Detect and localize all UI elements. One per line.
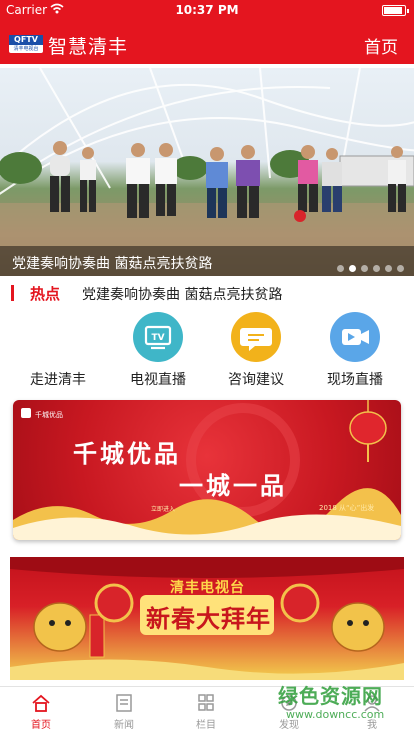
watermark: 绿色资源网 www.downcc.com xyxy=(278,680,408,730)
promo-subtitle: 一城一品 xyxy=(179,472,287,500)
hot-headline[interactable]: 党建奏响协奏曲 菌菇点亮扶贫路 xyxy=(82,284,282,304)
tab-columns-label: 栏目 xyxy=(196,720,216,731)
promo-station: 清丰电视台 xyxy=(170,580,245,596)
quick-nav-about-label: 走进清丰 xyxy=(30,372,86,388)
promo-brand: 千城优品 xyxy=(35,411,63,419)
banner-caption: 党建奏响协奏曲 菌菇点亮扶贫路 xyxy=(12,256,213,272)
tab-home[interactable]: 首页 xyxy=(0,687,82,736)
hot-accent-bar xyxy=(11,285,14,301)
quick-nav-onsite-live[interactable]: 现场直播 xyxy=(310,310,400,390)
quick-nav: 走进清丰 TV 电视直播 咨询建议 现场直播 xyxy=(0,310,414,390)
banner-photo xyxy=(0,68,414,276)
promo-title: 千城优品 xyxy=(73,440,181,468)
hot-news-ticker[interactable]: 热点 党建奏响协奏曲 菌菇点亮扶贫路 xyxy=(0,278,414,308)
home-icon xyxy=(32,694,50,712)
tab-news-label: 新闻 xyxy=(114,720,134,731)
channel-logo: QFTV 清丰电视台 xyxy=(9,35,43,53)
promo-date: 2018 从“心”出发 xyxy=(319,504,375,512)
lantern-icon xyxy=(349,400,387,462)
carousel-dot[interactable] xyxy=(385,265,392,272)
video-camera-icon xyxy=(330,312,380,362)
quick-nav-consult-label: 咨询建议 xyxy=(228,372,284,388)
grid-icon xyxy=(198,694,214,711)
tv-icon: TV xyxy=(133,312,183,362)
quick-nav-consult[interactable]: 咨询建议 xyxy=(211,310,301,390)
tab-columns[interactable]: 栏目 xyxy=(165,687,247,736)
battery-fill xyxy=(384,7,402,14)
home-button[interactable]: 首页 xyxy=(364,33,398,58)
carousel-dot[interactable] xyxy=(361,265,368,272)
status-bar: Carrier 10:37 PM xyxy=(0,0,414,20)
battery-icon xyxy=(382,5,409,16)
promo-card-qiancheng[interactable]: 千城优品 千城优品 一城一品 立即进入 2018 从“心”出发 xyxy=(13,400,401,540)
top-bar: Carrier 10:37 PM QFTV 清丰电视台 智慧清丰 首页 xyxy=(0,0,414,64)
logo-bottom-text: 清丰电视台 xyxy=(13,46,39,52)
promo-new-year-title: 新春大拜年 xyxy=(146,605,271,633)
quick-nav-onsite-live-label: 现场直播 xyxy=(327,372,383,388)
hot-label: 热点 xyxy=(30,285,61,303)
carousel-dots[interactable] xyxy=(332,257,404,276)
watermark-url: www.downcc.com xyxy=(286,708,385,721)
building-icon xyxy=(33,312,83,362)
app-title: 智慧清丰 xyxy=(48,36,129,58)
watermark-title: 绿色资源网 xyxy=(278,684,383,708)
chat-icon xyxy=(231,312,281,362)
banner-carousel[interactable]: 党建奏响协奏曲 菌菇点亮扶贫路 xyxy=(0,68,414,276)
carousel-dot[interactable] xyxy=(337,265,344,272)
svg-text:TV: TV xyxy=(151,333,164,343)
promo-card-new-year[interactable]: 清丰电视台 新春大拜年 xyxy=(10,557,404,680)
app: Carrier 10:37 PM QFTV 清丰电视台 智慧清丰 首页 党建奏响… xyxy=(0,0,414,736)
quick-nav-about[interactable]: 走进清丰 xyxy=(13,310,103,390)
quick-nav-tv-live[interactable]: TV 电视直播 xyxy=(113,310,203,390)
carousel-dot[interactable] xyxy=(397,265,404,272)
status-time: 10:37 PM xyxy=(175,3,239,17)
promo-enter-link[interactable]: 立即进入 xyxy=(151,504,175,513)
banner-caption-bar: 党建奏响协奏曲 菌菇点亮扶贫路 xyxy=(0,246,414,276)
tab-home-label: 首页 xyxy=(31,720,51,731)
tab-news[interactable]: 新闻 xyxy=(83,687,165,736)
carousel-dot[interactable] xyxy=(373,265,380,272)
quick-nav-tv-live-label: 电视直播 xyxy=(130,372,186,388)
logo-top-text: QFTV xyxy=(9,35,43,45)
carousel-dot[interactable] xyxy=(349,265,356,272)
news-icon xyxy=(116,694,132,712)
